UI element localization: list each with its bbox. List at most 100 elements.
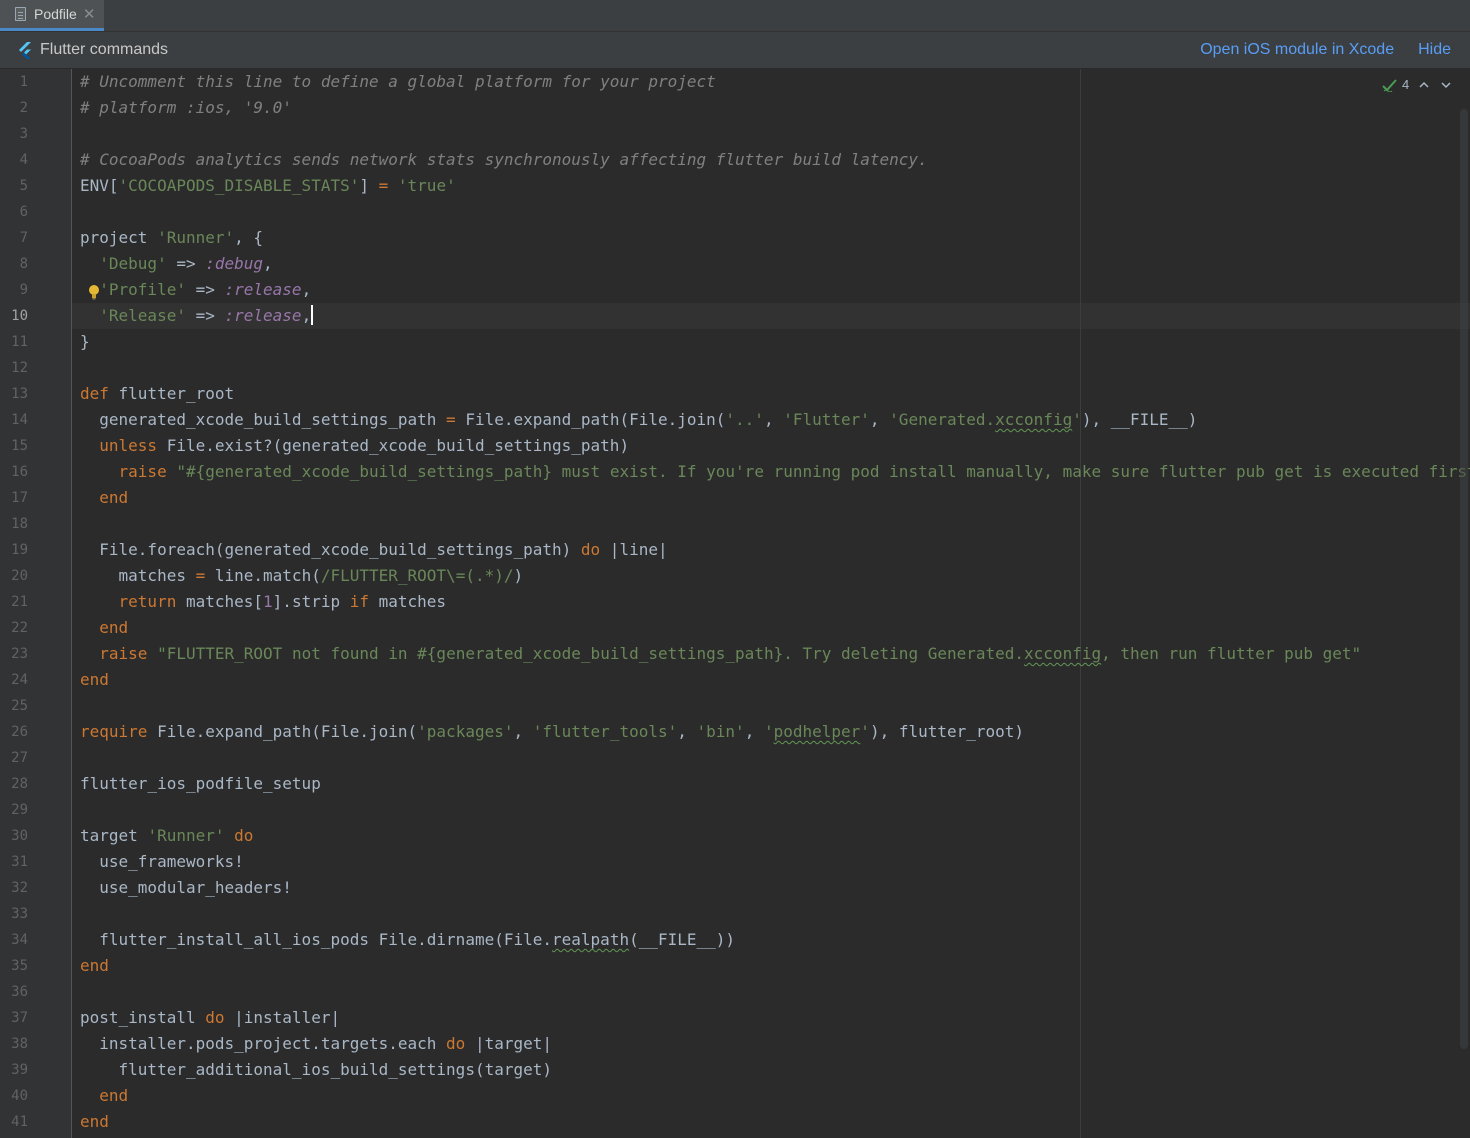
line-number[interactable]: 5	[0, 173, 28, 199]
code-line[interactable]: def flutter_root	[80, 381, 234, 407]
chevron-up-icon[interactable]	[1417, 78, 1431, 92]
line-number[interactable]: 14	[0, 407, 28, 433]
line-number[interactable]: 25	[0, 693, 28, 719]
line-number[interactable]: 27	[0, 745, 28, 771]
line-number[interactable]: 29	[0, 797, 28, 823]
code-line[interactable]: }	[80, 329, 90, 355]
code-line[interactable]: end	[80, 1083, 128, 1109]
line-number[interactable]: 20	[0, 563, 28, 589]
line-number[interactable]: 30	[0, 823, 28, 849]
line-number[interactable]: 22	[0, 615, 28, 641]
code-line[interactable]: # platform :ios, '9.0'	[80, 95, 292, 121]
code-line[interactable]: # CocoaPods analytics sends network stat…	[80, 147, 928, 173]
line-number[interactable]: 28	[0, 771, 28, 797]
line-number[interactable]: 34	[0, 927, 28, 953]
vertical-scrollbar[interactable]	[1460, 109, 1468, 1049]
line-number[interactable]: 24	[0, 667, 28, 693]
line-number[interactable]: 4	[0, 147, 28, 173]
line-number[interactable]: 38	[0, 1031, 28, 1057]
code-line[interactable]: 'Debug' => :debug,	[80, 251, 272, 277]
open-xcode-link[interactable]: Open iOS module in Xcode	[1200, 41, 1394, 59]
code-token: )	[513, 566, 524, 585]
line-number[interactable]: 6	[0, 199, 28, 225]
code-line[interactable]: # Uncomment this line to define a global…	[80, 69, 716, 95]
text-cursor	[311, 305, 314, 325]
hide-link[interactable]: Hide	[1418, 41, 1451, 59]
line-number[interactable]: 31	[0, 849, 28, 875]
code-line[interactable]: end	[80, 953, 109, 979]
line-number[interactable]: 9	[0, 277, 28, 303]
line-number[interactable]: 17	[0, 485, 28, 511]
code-token: =>	[185, 306, 225, 325]
line-number[interactable]: 3	[0, 121, 28, 147]
code-line[interactable]: end	[80, 615, 128, 641]
code-line[interactable]: raise "#{generated_xcode_build_settings_…	[80, 459, 1470, 485]
code-token: do	[234, 826, 254, 845]
code-line[interactable]: target 'Runner' do	[80, 823, 253, 849]
code-line[interactable]: flutter_install_all_ios_pods File.dirnam…	[80, 927, 735, 953]
code-line[interactable]: post_install do |installer|	[80, 1005, 340, 1031]
code-line[interactable]: end	[80, 1109, 109, 1135]
line-number[interactable]: 39	[0, 1057, 28, 1083]
file-icon	[15, 7, 26, 21]
code-token: end	[80, 956, 109, 975]
line-number-gutter[interactable]: 1 2 3 4 5 6 7 8 9 10 11 12 13 14 15 16 17 18 19 20 21 22 23 24 2…	[0, 69, 72, 1138]
code-editor[interactable]: # Uncomment this line to define a global…	[72, 69, 1470, 1138]
code-line[interactable]: use_modular_headers!	[80, 875, 292, 901]
line-number[interactable]: 21	[0, 589, 28, 615]
line-number[interactable]: 15	[0, 433, 28, 459]
code-line[interactable]: ENV['COCOAPODS_DISABLE_STATS'] = 'true'	[80, 173, 456, 199]
line-number[interactable]: 16	[0, 459, 28, 485]
code-line[interactable]: flutter_additional_ios_build_settings(ta…	[80, 1057, 552, 1083]
code-line[interactable]: project 'Runner', {	[80, 225, 263, 251]
code-line[interactable]: end	[80, 485, 128, 511]
code-line[interactable]: raise "FLUTTER_ROOT not found in #{gener…	[80, 641, 1361, 667]
code-line[interactable]: installer.pods_project.targets.each do |…	[80, 1031, 552, 1057]
line-number[interactable]: 33	[0, 901, 28, 927]
close-icon[interactable]: ✕	[83, 5, 96, 23]
chevron-down-icon[interactable]	[1439, 78, 1453, 92]
code-token: raise	[99, 644, 148, 663]
line-number[interactable]: 2	[0, 95, 28, 121]
code-line[interactable]: require File.expand_path(File.join('pack…	[80, 719, 1024, 745]
line-number[interactable]: 18	[0, 511, 28, 537]
code-token: xcconfig	[995, 410, 1073, 429]
line-number[interactable]: 36	[0, 979, 28, 1005]
inspection-widget[interactable]: 4	[1382, 77, 1453, 92]
line-number[interactable]: 7	[0, 225, 28, 251]
code-line[interactable]: matches = line.match(/FLUTTER_ROOT\=(.*)…	[80, 563, 524, 589]
code-line[interactable]: return matches[1].strip if matches	[80, 589, 447, 615]
line-number[interactable]: 23	[0, 641, 28, 667]
code-token: end	[80, 670, 109, 689]
line-number[interactable]: 35	[0, 953, 28, 979]
code-token: 'Release'	[99, 306, 186, 325]
line-number[interactable]: 40	[0, 1083, 28, 1109]
code-token: flutter_root	[108, 384, 235, 403]
line-number[interactable]: 11	[0, 329, 28, 355]
line-number[interactable]: 26	[0, 719, 28, 745]
code-line[interactable]: use_frameworks!	[80, 849, 244, 875]
line-number[interactable]: 8	[0, 251, 28, 277]
line-number[interactable]: 37	[0, 1005, 28, 1031]
code-token: =>	[185, 280, 225, 299]
lightbulb-icon[interactable]	[88, 284, 100, 300]
line-number[interactable]: 12	[0, 355, 28, 381]
code-line[interactable]: 'Profile' => :release,	[80, 277, 311, 303]
line-number[interactable]: 1	[0, 69, 28, 95]
code-line[interactable]: generated_xcode_build_settings_path = Fi…	[80, 407, 1197, 433]
code-token: =	[378, 176, 389, 195]
line-number[interactable]: 41	[0, 1109, 28, 1135]
flutter-commands-banner: Flutter commands Open iOS module in Xcod…	[0, 32, 1470, 69]
line-number[interactable]: 13	[0, 381, 28, 407]
line-number[interactable]: 32	[0, 875, 28, 901]
code-line[interactable]: 'Release' => :release,	[80, 303, 314, 329]
code-token: unless	[99, 436, 158, 455]
line-number[interactable]: 10	[0, 303, 28, 329]
code-line[interactable]: flutter_ios_podfile_setup	[80, 771, 321, 797]
code-line[interactable]: end	[80, 667, 109, 693]
code-line[interactable]: unless File.exist?(generated_xcode_build…	[80, 433, 629, 459]
code-line[interactable]: File.foreach(generated_xcode_build_setti…	[80, 537, 667, 563]
line-number[interactable]: 19	[0, 537, 28, 563]
tab-podfile[interactable]: Podfile ✕	[0, 0, 104, 31]
